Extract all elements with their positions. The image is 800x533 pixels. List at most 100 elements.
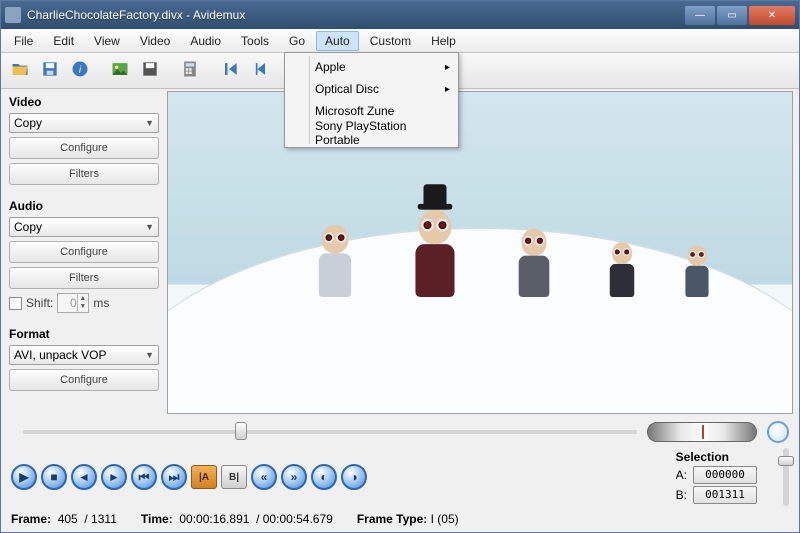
preview-person (319, 225, 351, 297)
first-icon (220, 59, 240, 82)
toolbar-save-button[interactable] (37, 58, 63, 84)
frametype-label: Frame Type: (357, 512, 427, 526)
save-icon (40, 59, 60, 82)
lower-panel: ▶ ■ ◄ ► ⏮ ⏭ |A B| « » ◐ ◑ Selection A: 0… (1, 416, 799, 532)
format-configure-button[interactable]: Configure (9, 369, 159, 391)
window-buttons: ― ▭ ✕ (685, 6, 795, 25)
toolbar-picture-button[interactable] (107, 58, 133, 84)
selection-label: Selection (676, 450, 729, 464)
format-label: Format (9, 327, 159, 341)
preview-person (685, 246, 708, 298)
info-icon: i (70, 59, 90, 82)
sidebar: Video Copy ▼ Configure Filters Audio Copy… (1, 89, 167, 416)
video-codec-value: Copy (14, 116, 42, 130)
controls-row: ▶ ■ ◄ ► ⏮ ⏭ |A B| « » ◐ ◑ Selection A: 0… (11, 448, 789, 506)
volume-slider[interactable] (783, 448, 789, 506)
selection-b-value[interactable]: 001311 (693, 486, 757, 504)
toolbar-open-button[interactable] (7, 58, 33, 84)
save-image-icon (140, 59, 160, 82)
volume-knob[interactable] (767, 421, 789, 443)
menu-file[interactable]: File (5, 31, 42, 51)
goto-b-button[interactable]: » (281, 464, 307, 490)
app-icon (5, 7, 21, 23)
maximize-button[interactable]: ▭ (717, 6, 747, 25)
menu-view[interactable]: View (85, 31, 129, 51)
toolbar-calculator-button[interactable] (177, 58, 203, 84)
chevron-down-icon: ▼ (145, 222, 154, 232)
prev-icon (250, 59, 270, 82)
title-bar[interactable]: CharlieChocolateFactory.divx - Avidemux … (1, 1, 799, 29)
toolbar-info-button[interactable]: i (67, 58, 93, 84)
audio-codec-select[interactable]: Copy ▼ (9, 217, 159, 237)
shift-unit: ms (93, 296, 109, 310)
menuitem-sony-playstation-portable[interactable]: Sony PlayStation Portable (287, 122, 456, 144)
menu-help[interactable]: Help (422, 31, 465, 51)
video-configure-button[interactable]: Configure (9, 137, 159, 159)
menu-video[interactable]: Video (131, 31, 179, 51)
audio-configure-button[interactable]: Configure (9, 241, 159, 263)
picture-icon (110, 59, 130, 82)
preview-person (610, 243, 634, 298)
menu-tools[interactable]: Tools (232, 31, 278, 51)
next-keyframe-button[interactable]: ⏭ (161, 464, 187, 490)
menu-bar: FileEditViewVideoAudioToolsGoAutoCustomH… (1, 29, 799, 53)
toolbar-prev-button[interactable] (247, 58, 273, 84)
menu-auto[interactable]: Auto (316, 31, 359, 51)
time-current: 00:00:16.891 (179, 512, 249, 526)
frame-total: / 1311 (84, 512, 116, 526)
prev-keyframe-button[interactable]: ⏮ (131, 464, 157, 490)
video-label: Video (9, 95, 159, 109)
toolbar-save-image-button[interactable] (137, 58, 163, 84)
shift-label: Shift: (26, 296, 53, 310)
minimize-button[interactable]: ― (685, 6, 715, 25)
mark-a-button[interactable]: |A (191, 465, 217, 489)
frame-label: Frame: (11, 512, 51, 526)
audio-filters-button[interactable]: Filters (9, 267, 159, 289)
audio-codec-value: Copy (14, 220, 42, 234)
submenu-arrow-icon: ▸ (445, 84, 450, 95)
play-button[interactable]: ▶ (11, 464, 37, 490)
auto-menu-dropdown: Apple▸Optical Disc▸Microsoft ZuneSony Pl… (284, 52, 459, 148)
stop-button[interactable]: ■ (41, 464, 67, 490)
seek-knob[interactable] (235, 422, 247, 440)
window-title: CharlieChocolateFactory.divx - Avidemux (27, 8, 685, 22)
next-frame-button[interactable]: ► (101, 464, 127, 490)
frame-current: 405 (58, 512, 78, 526)
selection-a-label: A: (676, 468, 687, 482)
menu-edit[interactable]: Edit (44, 31, 83, 51)
shift-checkbox[interactable] (9, 297, 22, 310)
seek-slider[interactable] (23, 430, 637, 434)
preview-person (415, 210, 454, 297)
format-select[interactable]: AVI, unpack VOP▼ (9, 345, 159, 365)
time-label: Time: (141, 512, 173, 526)
prev-black-button[interactable]: ◐ (311, 464, 337, 490)
open-icon (10, 59, 30, 82)
shift-value: 0 (70, 296, 77, 310)
shift-spinner[interactable]: 0 ▲▼ (57, 293, 89, 313)
menu-go[interactable]: Go (280, 31, 314, 51)
time-total: / 00:00:54.679 (256, 512, 333, 526)
close-button[interactable]: ✕ (749, 6, 795, 25)
app-window: CharlieChocolateFactory.divx - Avidemux … (0, 0, 800, 533)
volume-slider-knob[interactable] (778, 456, 794, 466)
goto-a-button[interactable]: « (251, 464, 277, 490)
video-preview (167, 91, 793, 414)
menu-audio[interactable]: Audio (181, 31, 230, 51)
toolbar-first-button[interactable] (217, 58, 243, 84)
calculator-icon (180, 59, 200, 82)
preview-person (519, 229, 550, 297)
menu-custom[interactable]: Custom (361, 31, 420, 51)
video-codec-select[interactable]: Copy▼ (9, 113, 159, 133)
menuitem-optical-disc[interactable]: Optical Disc▸ (287, 78, 456, 100)
jog-wheel[interactable] (647, 422, 757, 442)
next-black-button[interactable]: ◑ (341, 464, 367, 490)
audio-label: Audio (9, 199, 159, 213)
chevron-down-icon: ▼ (145, 350, 154, 360)
submenu-arrow-icon: ▸ (445, 62, 450, 73)
mark-b-button[interactable]: B| (221, 465, 247, 489)
selection-a-value[interactable]: 000000 (693, 466, 757, 484)
video-filters-button[interactable]: Filters (9, 163, 159, 185)
frametype-value: I (05) (431, 512, 459, 526)
prev-frame-button[interactable]: ◄ (71, 464, 97, 490)
menuitem-apple[interactable]: Apple▸ (287, 56, 456, 78)
